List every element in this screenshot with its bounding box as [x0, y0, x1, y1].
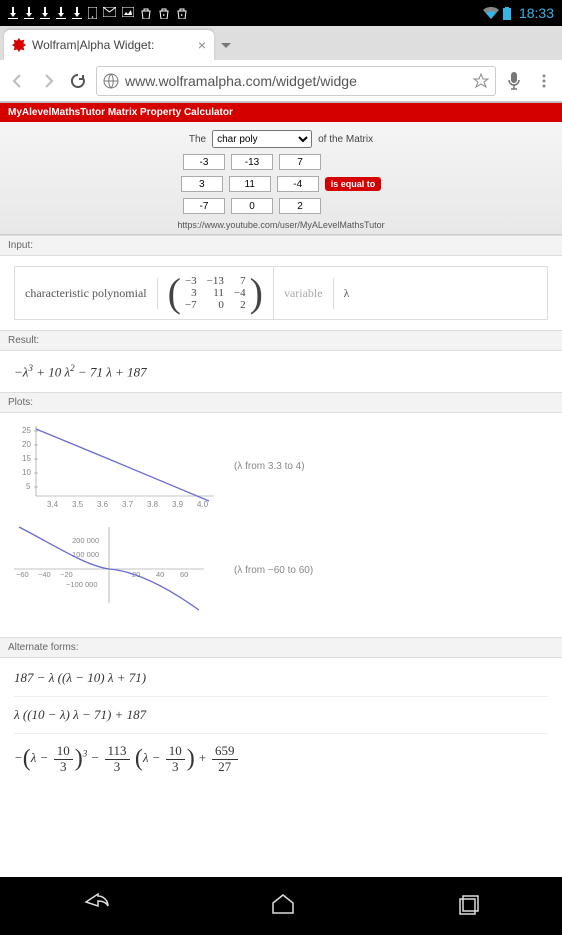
plot-2: 200 000100 000−100 000 −60−40−20204060 [14, 525, 214, 615]
variable-label: variable [274, 278, 334, 309]
svg-text:3.8: 3.8 [147, 500, 159, 509]
picture-icon [122, 7, 134, 17]
svg-text:5: 5 [26, 482, 31, 491]
input-interpretation: characteristic polynomial ( −3−137 311−4… [14, 266, 548, 320]
back-button[interactable] [6, 69, 30, 93]
svg-text:20: 20 [22, 440, 31, 449]
wifi-icon [483, 7, 499, 19]
browser-tab[interactable]: Wolfram|Alpha Widget: × [4, 30, 214, 60]
youtube-link[interactable]: https://www.youtube.com/user/MyALevelMat… [0, 220, 562, 230]
section-plots: Plots: [0, 392, 562, 413]
android-navbar [0, 877, 562, 935]
browser-chrome: Wolfram|Alpha Widget: × www.wolframalpha… [0, 26, 562, 103]
svg-text:3.6: 3.6 [97, 500, 109, 509]
plot-2-caption: (λ from −60 to 60) [234, 565, 313, 576]
download-icon [40, 7, 50, 19]
matrix-cell-0-1[interactable] [231, 154, 273, 170]
altform-1: 187 − λ ((λ − 10) λ + 71) [14, 660, 548, 697]
section-result: Result: [0, 330, 562, 351]
mail-icon [103, 7, 116, 17]
svg-text:4.0: 4.0 [197, 500, 209, 509]
section-input: Input: [0, 235, 562, 256]
nav-home-button[interactable] [270, 893, 296, 920]
label-of-matrix: of the Matrix [318, 134, 373, 145]
battery-icon [503, 7, 511, 20]
close-tab-icon[interactable]: × [198, 38, 206, 52]
matrix-cell-2-0[interactable] [183, 198, 225, 214]
svg-text:3.5: 3.5 [72, 500, 84, 509]
svg-text:40: 40 [156, 570, 164, 579]
svg-text:3.4: 3.4 [47, 500, 59, 509]
widget-form: The char poly of the Matrix is equal to … [0, 122, 562, 235]
plot-1: 25 20 15 10 5 3.4 3.5 3.6 3.7 3.8 3.9 4.0 [14, 421, 214, 511]
download-icon [72, 7, 82, 19]
svg-text:−40: −40 [38, 570, 51, 579]
widget-title: MyAlevelMathsTutor Matrix Property Calcu… [0, 103, 562, 122]
label-the: The [189, 134, 206, 145]
matrix-cell-1-2[interactable] [277, 176, 319, 192]
altform-3: −(λ − 103)3 − 1133 (λ − 103) + 65927 [14, 734, 548, 784]
svg-text:3.7: 3.7 [122, 500, 134, 509]
bookmark-star-icon[interactable] [473, 73, 489, 89]
download-icon [56, 7, 66, 19]
svg-text:15: 15 [22, 454, 31, 463]
matrix-cell-1-1[interactable] [229, 176, 271, 192]
property-select[interactable]: char poly [212, 130, 312, 148]
matrix-cell-2-2[interactable] [279, 198, 321, 214]
svg-text:−60: −60 [16, 570, 29, 579]
matrix-cell-0-2[interactable] [279, 154, 321, 170]
input-label: characteristic polynomial [15, 278, 158, 309]
tab-title: Wolfram|Alpha Widget: [32, 38, 154, 52]
variable-symbol: λ [334, 278, 360, 309]
store-icon [140, 7, 152, 19]
url-field[interactable]: www.wolframalpha.com/widget/widge [96, 66, 496, 96]
section-altforms: Alternate forms: [0, 637, 562, 658]
voice-search-button[interactable] [502, 69, 526, 93]
clock: 18:33 [519, 5, 554, 21]
matrix-cell-1-0[interactable] [181, 176, 223, 192]
tab-dropdown-icon[interactable] [214, 30, 238, 60]
forward-button[interactable] [36, 69, 60, 93]
store-icon [176, 7, 188, 19]
reload-button[interactable] [66, 69, 90, 93]
globe-icon [103, 73, 119, 89]
wolfram-favicon [12, 38, 26, 52]
svg-text:10: 10 [22, 468, 31, 477]
page-content: MyAlevelMathsTutor Matrix Property Calcu… [0, 103, 562, 877]
matrix-cell-0-0[interactable] [183, 154, 225, 170]
download-icon [24, 7, 34, 19]
download-icon [8, 7, 18, 19]
result-expression: −λ3 + 10 λ2 − 71 λ + 187 [0, 351, 562, 392]
android-statusbar: 18:33 [0, 0, 562, 26]
svg-text:200 000: 200 000 [72, 536, 99, 545]
svg-text:25: 25 [22, 426, 31, 435]
matrix-cell-2-1[interactable] [231, 198, 273, 214]
url-text: www.wolframalpha.com/widget/widge [125, 73, 473, 89]
svg-text:3.9: 3.9 [172, 500, 184, 509]
plot-1-caption: (λ from 3.3 to 4) [234, 461, 305, 472]
svg-text:−20: −20 [60, 570, 73, 579]
input-matrix: ( −3−137 311−4 −702 ) [168, 275, 263, 311]
svg-text:−100 000: −100 000 [66, 580, 98, 589]
store-icon [158, 7, 170, 19]
equals-badge: is equal to [325, 177, 382, 191]
menu-button[interactable] [532, 69, 556, 93]
nav-back-button[interactable] [80, 892, 110, 921]
device-icon [88, 7, 97, 19]
nav-recents-button[interactable] [456, 893, 482, 920]
svg-text:60: 60 [180, 570, 188, 579]
altform-2: λ ((10 − λ) λ − 71) + 187 [14, 697, 548, 734]
